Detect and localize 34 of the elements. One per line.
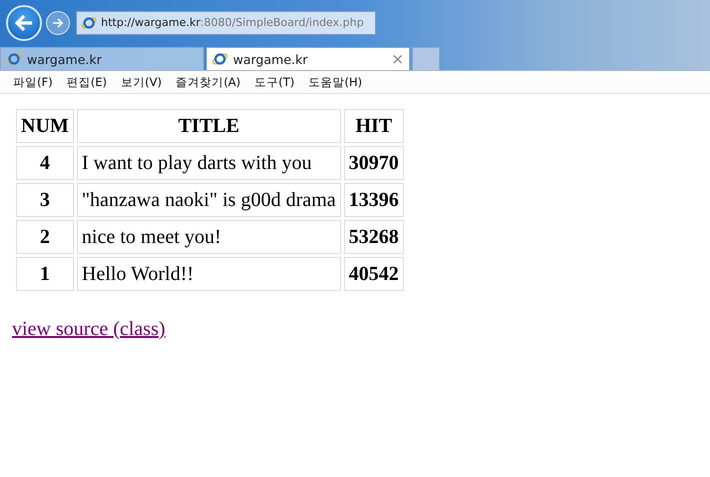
browser-tab[interactable]: wargame.kr × [206,47,410,70]
menu-item[interactable]: 편집(E) [60,74,114,90]
menu-item[interactable]: 도움말(H) [302,74,370,90]
url-text: http://wargame.kr:8080/SimpleBoard/index.php [101,16,364,29]
browser-tab[interactable]: wargame.kr [0,47,204,70]
close-tab-button[interactable]: × [391,50,404,68]
forward-button[interactable] [46,10,70,34]
table-cell: 30970 [344,146,404,180]
table-cell: 13396 [344,183,404,217]
address-bar[interactable]: http://wargame.kr:8080/SimpleBoard/index.php [76,10,376,34]
back-button[interactable] [6,4,42,40]
browser-logo-icon [6,51,22,67]
menu-item[interactable]: 즐겨찾기(A) [168,74,248,90]
table-cell: 2 [16,220,74,254]
menu-item[interactable]: 도구(T) [248,74,302,90]
table-cell: 1 [16,257,74,291]
table-cell: "hanzawa naoki" is g00d drama [76,183,341,217]
table-cell: Hello World!! [76,257,341,291]
menu-item[interactable]: 파일(F) [6,74,60,90]
browser-logo-icon [81,14,97,30]
table-cell: I want to play darts with you [76,146,341,180]
table-cell: 40542 [344,257,404,291]
column-header: TITLE [76,109,341,143]
table-cell: 3 [16,183,74,217]
back-arrow-icon [14,14,34,32]
table-cell: nice to meet you! [76,220,341,254]
table-cell: 53268 [344,220,404,254]
column-header: NUM [16,109,74,143]
column-header: HIT [344,109,404,143]
forward-arrow-icon [52,18,64,28]
menu-item[interactable]: 보기(V) [114,74,169,90]
browser-logo-icon [212,51,228,67]
table-cell: 4 [16,146,74,180]
view-source-link[interactable]: view source (class) [12,318,166,341]
